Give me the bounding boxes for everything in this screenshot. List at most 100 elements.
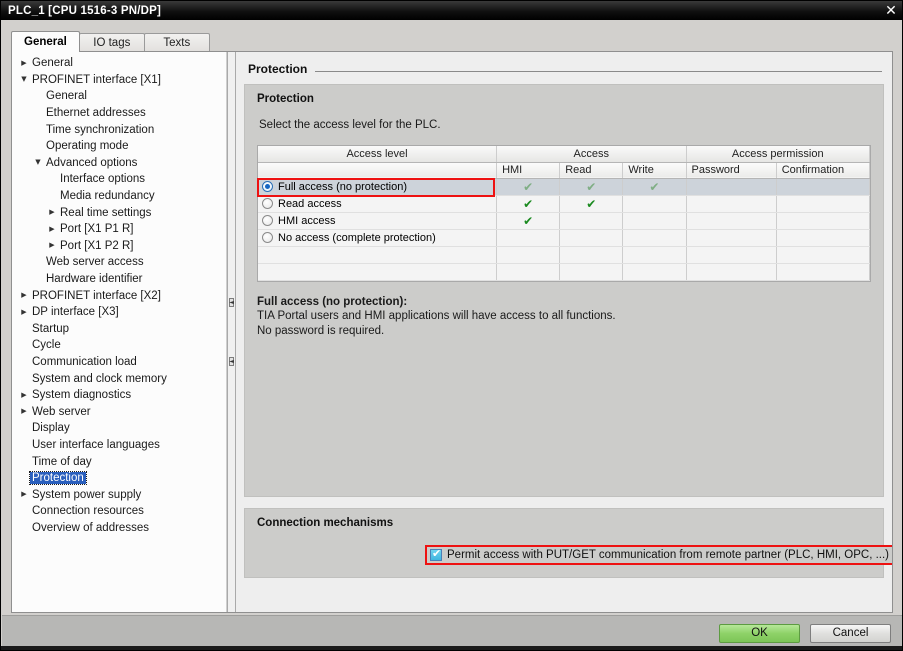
chevron-right-icon[interactable]: ▶ [18,491,30,498]
sidebar-item-label: Interface options [58,173,147,185]
sidebar-item-web-server[interactable]: ▶Web server [12,403,226,420]
ok-button[interactable]: OK [719,624,800,643]
chevron-right-icon[interactable]: ▶ [18,60,30,67]
sidebar-item-label: Web server [30,406,93,418]
sidebar-item-label: Ethernet addresses [44,107,148,119]
access-level-radio[interactable] [262,232,273,243]
annotation-box-putget: Permit access with PUT/GET communication… [425,545,892,565]
sidebar-item-advanced-options[interactable]: ▼Advanced options [12,155,226,172]
access-level-radio[interactable] [262,181,273,192]
read-cell [560,212,623,229]
sidebar-item-overview-of-addresses[interactable]: Overview of addresses [12,520,226,537]
sidebar-item-label: Media redundancy [58,190,157,202]
sidebar-item-profinet-interface-x1[interactable]: ▼PROFINET interface [X1] [12,72,226,89]
empty-cell [776,263,869,280]
table-row[interactable]: HMI access✔ [258,212,870,229]
access-level-radio[interactable] [262,215,273,226]
sidebar-item-dp-interface-x3[interactable]: ▶DP interface [X3] [12,304,226,321]
splitter-grip-down-icon[interactable]: ◄ [229,357,234,366]
sidebar-item-label: Overview of addresses [30,522,151,534]
access-level-cell[interactable]: HMI access [258,212,497,229]
access-level-radio[interactable] [262,198,273,209]
description-line-2: No password is required. [257,325,384,337]
hmi-cell: ✔ [497,212,560,229]
sidebar-item-system-and-clock-memory[interactable]: System and clock memory [12,370,226,387]
tab-general[interactable]: General [11,31,80,52]
access-level-cell[interactable]: Full access (no protection) [258,178,497,195]
sidebar-item-label: Cycle [30,339,63,351]
chevron-right-icon[interactable]: ▶ [18,392,30,399]
empty-cell [497,246,560,263]
table-row[interactable]: Read access✔✔ [258,195,870,212]
chevron-right-icon[interactable]: ▶ [46,242,58,249]
sidebar-item-system-power-supply[interactable]: ▶System power supply [12,486,226,503]
page-title: Protection [248,62,307,76]
sidebar-item-hardware-identifier[interactable]: Hardware identifier [12,271,226,288]
table-row[interactable]: Full access (no protection)✔✔✔ [258,178,870,195]
sidebar-item-startup[interactable]: Startup [12,321,226,338]
dialog-content: ▶General▼PROFINET interface [X1]GeneralE… [11,52,893,613]
close-icon[interactable]: ✕ [878,1,903,20]
dialog-frame: GeneralIO tagsTexts ▶General▼PROFINET in… [1,20,903,651]
access-level-label: Read access [278,198,342,210]
sidebar-item-media-redundancy[interactable]: Media redundancy [12,188,226,205]
sidebar-item-operating-mode[interactable]: Operating mode [12,138,226,155]
sidebar-item-protection[interactable]: Protection [12,470,226,487]
window-bottom-edge [1,646,903,651]
sidebar-item-ethernet-addresses[interactable]: Ethernet addresses [12,105,226,122]
sidebar-item-communication-load[interactable]: Communication load [12,354,226,371]
tab-strip: GeneralIO tagsTexts [11,32,893,52]
sidebar-item-connection-resources[interactable]: Connection resources [12,503,226,520]
chevron-right-icon[interactable]: ▶ [46,226,58,233]
sidebar-item-label: PROFINET interface [X1] [30,74,163,86]
sidebar-item-label: Port [X1 P2 R] [58,240,136,252]
putget-checkbox[interactable] [430,549,442,561]
sidebar-item-display[interactable]: Display [12,420,226,437]
tab-texts[interactable]: Texts [144,33,210,52]
chevron-right-icon[interactable]: ▶ [18,408,30,415]
sidebar-item-cycle[interactable]: Cycle [12,337,226,354]
empty-cell [623,246,686,263]
cancel-button[interactable]: Cancel [810,624,891,643]
sidebar-item-user-interface-languages[interactable]: User interface languages [12,437,226,454]
chevron-right-icon[interactable]: ▶ [46,209,58,216]
sidebar-item-general[interactable]: ▶General [12,55,226,72]
sidebar-item-time-of-day[interactable]: Time of day [12,453,226,470]
sidebar-item-system-diagnostics[interactable]: ▶System diagnostics [12,387,226,404]
sidebar-item-general[interactable]: General [12,88,226,105]
chevron-right-icon[interactable]: ▶ [18,292,30,299]
sidebar-item-port-x1-p1-r[interactable]: ▶Port [X1 P1 R] [12,221,226,238]
sidebar-item-port-x1-p2-r[interactable]: ▶Port [X1 P2 R] [12,238,226,255]
column-header-blank [258,162,497,178]
hmi-cell: ✔ [497,195,560,212]
description-line-1: TIA Portal users and HMI applications wi… [257,310,616,322]
protection-pane: Protection Protection Select the access … [236,52,892,612]
write-cell: ✔ [623,178,686,195]
group-filler [257,338,871,486]
splitter-grip-up-icon[interactable]: ◄ [229,298,234,307]
sidebar-item-web-server-access[interactable]: Web server access [12,254,226,271]
protection-instruction: Select the access level for the PLC. [259,119,871,131]
sidebar-item-real-time-settings[interactable]: ▶Real time settings [12,204,226,221]
access-level-table-container: Access levelAccessAccess permissionHMIRe… [257,145,871,282]
tab-io-tags[interactable]: IO tags [79,33,145,52]
sidebar-item-label: System diagnostics [30,389,133,401]
access-level-cell[interactable]: No access (complete protection) [258,229,497,246]
empty-cell [560,263,623,280]
chevron-down-icon[interactable]: ▼ [32,159,44,166]
read-cell: ✔ [560,178,623,195]
chevron-right-icon[interactable]: ▶ [18,309,30,316]
pane-splitter[interactable]: ◄ ◄ [227,52,236,612]
sidebar-item-profinet-interface-x2[interactable]: ▶PROFINET interface [X2] [12,287,226,304]
access-level-cell[interactable]: Read access [258,195,497,212]
sidebar-item-interface-options[interactable]: Interface options [12,171,226,188]
table-row[interactable]: No access (complete protection) [258,229,870,246]
hmi-cell: ✔ [497,178,560,195]
navigation-tree[interactable]: ▶General▼PROFINET interface [X1]GeneralE… [12,52,227,612]
confirmation-cell [776,178,869,195]
putget-checkbox-label[interactable]: Permit access with PUT/GET communication… [447,549,889,561]
sidebar-item-label: Startup [30,323,71,335]
sidebar-item-time-synchronization[interactable]: Time synchronization [12,121,226,138]
chevron-down-icon[interactable]: ▼ [18,76,30,83]
window-titlebar: PLC_1 [CPU 1516-3 PN/DP] ✕ [1,1,903,20]
